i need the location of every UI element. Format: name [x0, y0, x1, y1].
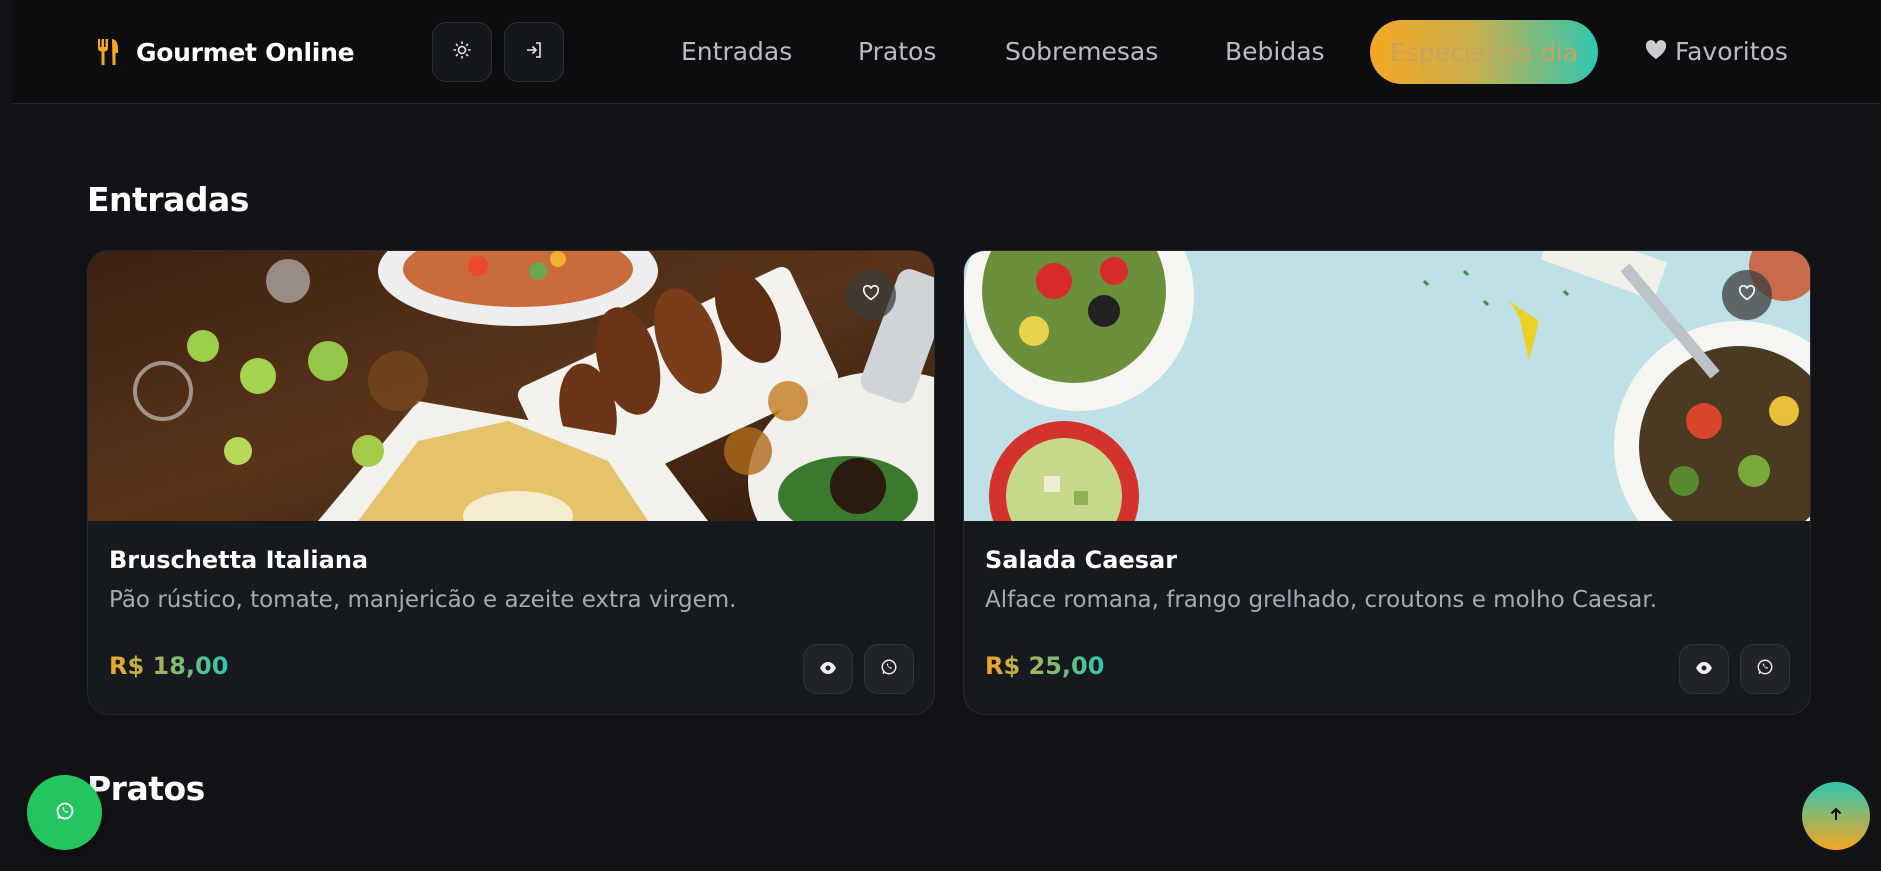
nav-item-favoritos[interactable]: Favoritos [1645, 20, 1788, 84]
favorite-button[interactable] [1722, 270, 1772, 320]
brand[interactable]: Gourmet Online [90, 33, 355, 71]
nav-item-entradas[interactable]: Entradas [681, 20, 792, 84]
dish-image [88, 251, 934, 521]
whatsapp-icon [1756, 658, 1774, 680]
eye-icon [1695, 660, 1713, 679]
heart-outline-icon [1738, 284, 1756, 305]
eye-icon [819, 660, 837, 679]
dish-price: R$ 25,00 [985, 652, 1105, 680]
favoritos-label: Favoritos [1675, 37, 1788, 66]
sun-icon [452, 40, 472, 64]
dish-price: R$ 18,00 [109, 652, 229, 680]
dish-title: Bruschetta Italiana [109, 546, 369, 574]
brand-name: Gourmet Online [136, 37, 355, 67]
back-to-top-button[interactable] [1802, 782, 1870, 850]
section-title-pratos: Pratos [87, 769, 205, 808]
dish-image [964, 251, 1810, 521]
section-title-entradas: Entradas [87, 180, 249, 219]
dish-description: Alface romana, frango grelhado, croutons… [985, 587, 1658, 613]
whatsapp-order-button[interactable] [864, 644, 914, 694]
whatsapp-icon [55, 801, 75, 825]
view-button[interactable] [1679, 644, 1729, 694]
heart-outline-icon [862, 284, 880, 305]
nav-item-bebidas[interactable]: Bebidas [1225, 20, 1325, 84]
nav-item-especial-do-dia[interactable]: Especial do dia [1370, 20, 1598, 84]
whatsapp-icon [880, 658, 898, 680]
arrow-up-icon [1829, 806, 1843, 826]
whatsapp-floating-button[interactable] [27, 775, 102, 850]
nav-item-pratos[interactable]: Pratos [858, 20, 936, 84]
heart-icon [1645, 20, 1667, 84]
menu-card: Bruschetta Italiana Pão rústico, tomate,… [87, 250, 935, 715]
view-button[interactable] [803, 644, 853, 694]
dish-description: Pão rústico, tomate, manjericão e azeite… [109, 587, 737, 613]
favorite-button[interactable] [846, 270, 896, 320]
login-button[interactable] [504, 22, 564, 82]
nav-item-sobremesas[interactable]: Sobremesas [1005, 20, 1158, 84]
top-navbar: Gourmet Online Entradas Pratos Sobremesa… [12, 0, 1881, 104]
theme-toggle-button[interactable] [432, 22, 492, 82]
menu-card: Salada Caesar Alface romana, frango grel… [963, 250, 1811, 715]
utensils-icon [90, 34, 126, 70]
dish-title: Salada Caesar [985, 546, 1178, 574]
whatsapp-order-button[interactable] [1740, 644, 1790, 694]
sign-in-icon [524, 40, 544, 64]
